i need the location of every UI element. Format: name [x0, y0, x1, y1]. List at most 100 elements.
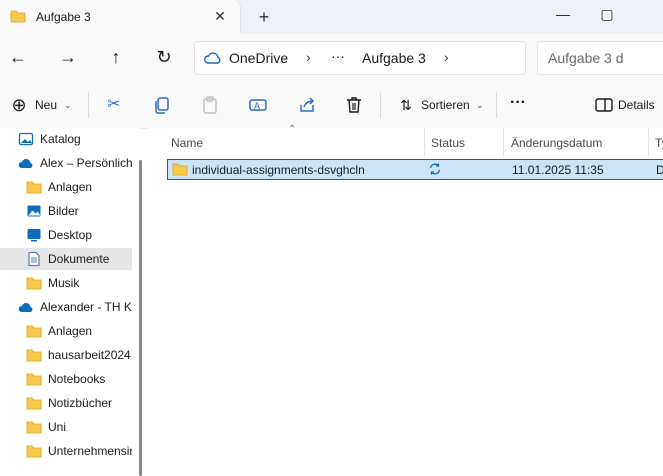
- sidebar-item[interactable]: hausarbeit2024: [0, 344, 132, 366]
- new-tab-button[interactable]: +: [253, 6, 275, 28]
- breadcrumb-onedrive[interactable]: OneDrive: [229, 50, 288, 66]
- sidebar-item-label: Dokumente: [48, 252, 110, 266]
- sidebar-item-label: Notebooks: [48, 372, 106, 386]
- new-button-label[interactable]: Neu: [35, 98, 57, 112]
- column-divider[interactable]: [424, 128, 425, 156]
- column-header-name[interactable]: Name: [171, 136, 203, 150]
- sidebar-item-label: Unternehmensin: [48, 444, 132, 458]
- search-box[interactable]: Aufgabe 3 d: [537, 41, 663, 75]
- sidebar-item[interactable]: Anlagen: [0, 320, 132, 342]
- sync-icon: [429, 163, 441, 175]
- column-header-date[interactable]: Änderungsdatum: [511, 136, 602, 150]
- paste-icon[interactable]: [200, 95, 220, 115]
- tab-aufgabe-3[interactable]: Aufgabe 3 ✕: [0, 0, 241, 34]
- sidebar-item-label: Anlagen: [48, 324, 93, 338]
- back-arrow-icon[interactable]: ←: [8, 47, 28, 67]
- file-name: individual-assignments-dsvghcln: [192, 163, 365, 177]
- onedrive-cloud-icon: [18, 159, 33, 168]
- folder-icon: [26, 277, 42, 290]
- sort-icon[interactable]: ⇅: [396, 95, 416, 115]
- folder-icon: [26, 181, 42, 194]
- column-header-type[interactable]: Ty: [655, 136, 663, 150]
- close-tab-icon[interactable]: ✕: [211, 7, 229, 25]
- sidebar-item[interactable]: Katalog: [0, 128, 132, 150]
- minimize-button[interactable]: —: [540, 0, 586, 30]
- folder-icon: [26, 445, 42, 458]
- search-placeholder: Aufgabe 3 d: [548, 50, 624, 66]
- gallery-icon: [18, 132, 34, 146]
- breadcrumb-aufgabe-3[interactable]: Aufgabe 3: [362, 50, 426, 66]
- desktop-icon: [27, 229, 41, 242]
- onedrive-cloud-icon: [204, 52, 221, 64]
- tab-title: Aufgabe 3: [36, 10, 91, 24]
- address-row: ← → ↑ ↻ OneDrive › ··· Aufgabe 3 › Aufga…: [0, 34, 663, 80]
- column-header-status[interactable]: Status: [431, 136, 465, 150]
- sidebar-item[interactable]: Desktop: [0, 224, 132, 246]
- copy-icon[interactable]: [152, 95, 172, 115]
- sidebar-item-label: hausarbeit2024: [48, 348, 131, 362]
- rename-icon[interactable]: A: [248, 95, 268, 115]
- folder-icon: [26, 421, 42, 434]
- command-separator: [88, 92, 89, 118]
- folder-icon: [26, 325, 42, 338]
- sidebar-item[interactable]: Anlagen: [0, 176, 132, 198]
- sidebar-item-label: Anlagen: [48, 180, 93, 194]
- breadcrumb-separator[interactable]: ›: [444, 49, 449, 65]
- command-bar: ⊕ Neu ⌄ ✂ A ⇅ Sortieren ⌄ ··· Details: [0, 80, 663, 129]
- column-divider[interactable]: [648, 128, 649, 156]
- new-plus-icon[interactable]: ⊕: [9, 95, 29, 115]
- navigation-pane: Katalog Alex – Persönlich Anlagen Bilder Des…: [0, 128, 140, 476]
- sidebar-item-label: Alex – Persönlich: [40, 156, 132, 170]
- sidebar-item-label: Katalog: [40, 132, 81, 146]
- sidebar-scrollbar[interactable]: [139, 160, 142, 476]
- folder-icon: [26, 397, 42, 410]
- folder-icon: [10, 10, 26, 23]
- sidebar-item[interactable]: Notebooks: [0, 368, 132, 390]
- more-options-button[interactable]: ···: [510, 94, 526, 112]
- sidebar-item[interactable]: Bilder: [0, 200, 132, 222]
- details-button-label[interactable]: Details: [618, 98, 655, 112]
- sidebar-item[interactable]: Uni: [0, 416, 132, 438]
- pictures-icon: [27, 205, 41, 217]
- address-bar[interactable]: OneDrive › ··· Aufgabe 3 ›: [194, 41, 526, 75]
- sidebar-item-label: Bilder: [48, 204, 79, 218]
- sidebar-item[interactable]: Notizbücher: [0, 392, 132, 414]
- sort-ascending-icon: ⌃: [288, 124, 297, 135]
- file-modified-date: 11.01.2025 11:35: [512, 163, 604, 177]
- share-icon[interactable]: [297, 95, 317, 115]
- file-list: ⌃ Name Status Änderungsdatum Ty individu…: [148, 124, 663, 476]
- tab-bar: Aufgabe 3 ✕ + — ▢: [0, 0, 663, 34]
- folder-icon: [172, 163, 188, 176]
- sidebar-item-label: Notizbücher: [48, 396, 113, 410]
- forward-arrow-icon[interactable]: →: [58, 47, 78, 67]
- sidebar-item-label: Alexander - TH Kö: [40, 300, 132, 314]
- sidebar-item[interactable]: Dokumente: [0, 248, 132, 270]
- breadcrumb-more-button[interactable]: ···: [331, 48, 345, 64]
- cut-icon[interactable]: ✂: [104, 95, 124, 115]
- onedrive-cloud-icon: [18, 303, 33, 312]
- sidebar-item[interactable]: Musik: [0, 272, 132, 294]
- sidebar-item-label: Musik: [48, 276, 80, 290]
- documents-icon: [28, 251, 40, 267]
- delete-trash-icon[interactable]: [344, 95, 364, 115]
- sidebar-item-label: Uni: [48, 420, 67, 434]
- refresh-icon[interactable]: ↻: [154, 47, 174, 67]
- svg-text:A: A: [254, 101, 260, 111]
- chevron-down-icon[interactable]: ⌄: [64, 100, 72, 111]
- column-divider[interactable]: [503, 128, 504, 156]
- up-arrow-icon[interactable]: ↑: [106, 47, 126, 67]
- sidebar-item[interactable]: Unternehmensin: [0, 440, 132, 462]
- maximize-button[interactable]: ▢: [584, 0, 630, 30]
- command-separator: [380, 92, 381, 118]
- sidebar-item[interactable]: Alex – Persönlich: [0, 152, 132, 174]
- details-pane-icon[interactable]: [594, 95, 614, 115]
- command-separator: [496, 92, 497, 118]
- file-row[interactable]: individual-assignments-dsvghcln 11.01.20…: [167, 159, 663, 180]
- sidebar-item-label: Desktop: [48, 228, 93, 242]
- sort-button-label[interactable]: Sortieren: [421, 98, 470, 112]
- folder-icon: [26, 349, 42, 362]
- chevron-down-icon[interactable]: ⌄: [476, 100, 484, 111]
- folder-icon: [26, 373, 42, 386]
- breadcrumb-separator[interactable]: ›: [306, 49, 311, 65]
- sidebar-item[interactable]: Alexander - TH Kö: [0, 296, 132, 318]
